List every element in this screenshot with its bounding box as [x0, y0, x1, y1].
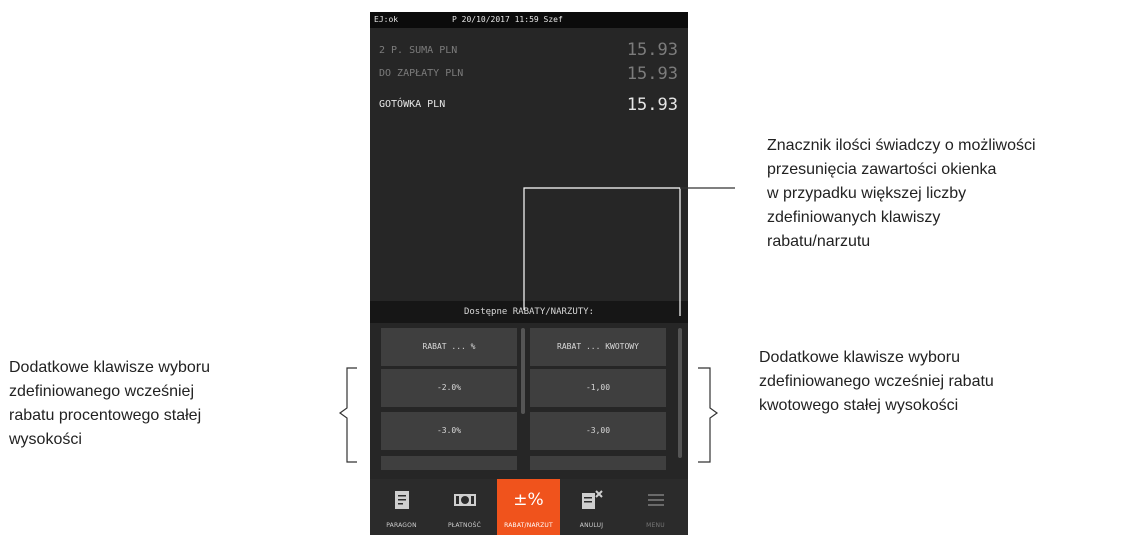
annotation-line: rabatu procentowego stałej [9, 407, 202, 424]
annotation-line: Dodatkowe klawisze wyboru [9, 359, 210, 376]
annotation-line: Znacznik ilości świadczy o możliwości [767, 137, 1036, 154]
left-brace [338, 367, 357, 463]
annotation-scroll-marker: Znacznik ilości świadczy o możliwości pr… [767, 134, 1036, 254]
annotation-line: w przypadku większej liczby [767, 185, 967, 202]
annotation-line: zdefiniowanego wcześniej rabatu [759, 373, 994, 390]
right-brace [698, 367, 719, 463]
callout-overlay [338, 187, 735, 463]
annotation-line: wysokości [9, 431, 82, 448]
annotation-line: zdefiniowanego wcześniej [9, 383, 194, 400]
annotation-percent-keys: Dodatkowe klawisze wyboru zdefiniowanego… [9, 356, 210, 452]
annotation-line: zdefiniowanych klawiszy [767, 209, 941, 226]
annotation-line: przesunięcia zawartości okienka [767, 161, 997, 178]
annotation-line: kwotowego stałej wysokości [759, 397, 959, 414]
annotation-line: rabatu/narzutu [767, 233, 871, 250]
annotation-line: Dodatkowe klawisze wyboru [759, 349, 960, 366]
annotation-amount-keys: Dodatkowe klawisze wyboru zdefiniowanego… [759, 346, 994, 418]
scroll-marker-callout [523, 187, 681, 316]
